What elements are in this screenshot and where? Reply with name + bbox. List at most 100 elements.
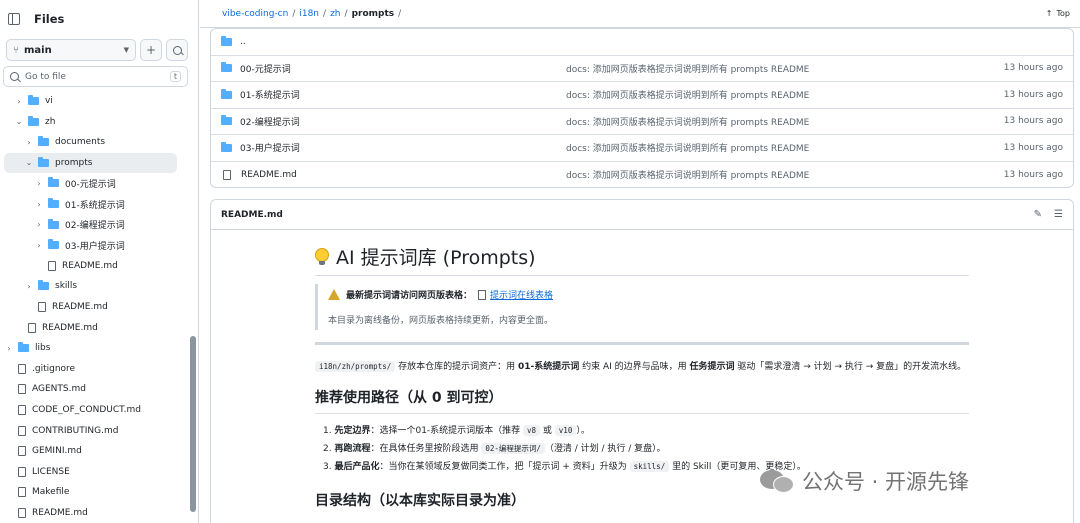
arrow-up-icon: ↑	[1045, 9, 1053, 18]
file-icon	[223, 169, 231, 180]
listing-row[interactable]: 03-用户提示词 docs: 添加网页版表格提示词说明到所有 prompts RE…	[211, 135, 1073, 162]
listing-name-link[interactable]: README.md	[241, 170, 491, 180]
tree-item[interactable]: CODE_OF_CONDUCT.md	[4, 400, 177, 420]
tree-item[interactable]: AGENTS.md	[4, 379, 177, 399]
folder-icon	[48, 198, 59, 208]
tree-item-label: Makefile	[32, 487, 70, 498]
tree-item[interactable]: CONTRIBUTING.md	[4, 421, 177, 441]
sidebar-scrollbar[interactable]	[190, 336, 196, 512]
intro-paragraph: i18n/zh/prompts/ 存放本仓库的提示词资产：用 01-系统提示词 …	[315, 359, 969, 375]
listing-row[interactable]: README.md docs: 添加网页版表格提示词说明到所有 prompts R…	[211, 162, 1073, 188]
commit-message-link[interactable]: docs: 添加网页版表格提示词说明到所有 prompts README	[566, 141, 809, 154]
tree-item[interactable]: › skills	[4, 276, 177, 296]
listing-name-link[interactable]: 01-系统提示词	[240, 88, 490, 101]
breadcrumb-i18n-link[interactable]: i18n	[299, 9, 319, 19]
breadcrumb-zh-link[interactable]: zh	[330, 9, 340, 19]
folder-icon	[221, 141, 232, 152]
tree-item[interactable]: Makefile	[4, 482, 177, 502]
listing-row[interactable]: 01-系统提示词 docs: 添加网页版表格提示词说明到所有 prompts RE…	[211, 82, 1073, 109]
tree-item[interactable]: › libs	[4, 338, 177, 358]
tree-item[interactable]: › 02-编程提示词	[4, 215, 177, 235]
edit-pencil-icon[interactable]: ✎	[1034, 209, 1042, 220]
commit-time: 13 hours ago	[1003, 116, 1063, 127]
keyboard-shortcut-hint: t	[170, 71, 181, 82]
commit-message-link[interactable]: docs: 添加网页版表格提示词说明到所有 prompts README	[566, 115, 809, 128]
file-icon	[18, 508, 26, 518]
file-icon	[18, 487, 26, 498]
top-label: Top	[1056, 9, 1071, 18]
breadcrumb-repo-link[interactable]: vibe-coding-cn	[222, 9, 288, 19]
tree-item[interactable]: README.md	[4, 297, 177, 317]
tree-item[interactable]: › 00-元提示词	[4, 173, 177, 193]
folder-icon	[28, 115, 39, 126]
wechat-logo-icon	[760, 468, 796, 494]
usage-step: 再跑流程：在具体任务里按阶段选用 02-编程提示词/（澄清 / 计划 / 执行 …	[323, 440, 969, 458]
inline-code: v8	[523, 425, 541, 436]
chevron-down-icon: ▼	[123, 46, 129, 54]
tree-item[interactable]: › documents	[4, 132, 177, 152]
file-tree-sidebar: Files ⑂ main ▼ + Go to file t › vi ⌄ zh › doc…	[0, 0, 199, 523]
commit-message-link[interactable]: docs: 添加网页版表格提示词说明到所有 prompts README	[566, 168, 809, 181]
listing-name-link[interactable]: ..	[240, 37, 490, 47]
tree-item[interactable]: GEMINI.md	[4, 441, 177, 461]
tree-item[interactable]: ⌄ zh	[4, 112, 177, 132]
back-to-top-button[interactable]: ↑ Top	[1046, 9, 1070, 18]
file-icon	[18, 466, 26, 477]
chevron-right-icon: ›	[37, 199, 41, 209]
commit-message-link[interactable]: docs: 添加网页版表格提示词说明到所有 prompts README	[566, 62, 809, 75]
usage-step: 先定边界：选择一个01-系统提示词版本（推荐 v8 或 v10）。	[323, 422, 969, 440]
step-text: 或	[540, 426, 555, 436]
tree-item-label: CODE_OF_CONDUCT.md	[32, 405, 141, 415]
tree-item-label: CONTRIBUTING.md	[32, 425, 119, 436]
search-button[interactable]	[166, 39, 188, 61]
listing-name-link[interactable]: 02-编程提示词	[240, 115, 490, 128]
readme-header: README.md ✎ ☰	[211, 200, 1073, 230]
sidebar-header: Files	[0, 0, 198, 38]
collapse-sidebar-icon[interactable]	[8, 13, 20, 25]
tree-item-label: skills	[55, 281, 78, 292]
folder-icon	[221, 35, 232, 46]
listing-row[interactable]: 02-编程提示词 docs: 添加网页版表格提示词说明到所有 prompts RE…	[211, 109, 1073, 135]
tree-item[interactable]: .gitignore	[4, 359, 177, 379]
lightbulb-icon	[315, 247, 329, 266]
tree-item-label: 01-系统提示词	[65, 200, 125, 211]
chevron-down-icon: ⌄	[25, 158, 33, 168]
branch-name: main	[24, 44, 52, 56]
tree-item-label: README.md	[32, 508, 88, 518]
outline-list-icon[interactable]: ☰	[1054, 209, 1063, 220]
tree-item[interactable]: README.md	[4, 256, 177, 276]
listing-name-link[interactable]: 00-元提示词	[240, 62, 490, 75]
step-text: ：当你在某领域反复做同类工作，把「提示词 + 资料」升级为	[379, 462, 630, 472]
folder-icon	[221, 115, 232, 126]
tree-item[interactable]: ⌄ prompts	[4, 152, 177, 173]
file-icon	[18, 384, 26, 395]
commit-time: 13 hours ago	[1003, 142, 1063, 153]
go-to-file-input[interactable]: Go to file t	[3, 66, 188, 87]
app-window: Files ⑂ main ▼ + Go to file t › vi ⌄ zh › doc…	[0, 0, 1080, 523]
tree-item-label: .gitignore	[32, 363, 76, 374]
folder-icon	[48, 239, 59, 250]
intro-strong-2: 任务提示词	[689, 362, 735, 372]
tree-item[interactable]: README.md	[4, 318, 177, 338]
branch-selector-button[interactable]: ⑂ main ▼	[6, 39, 136, 61]
prompt-sheet-link[interactable]: 提示词在线表格	[490, 288, 553, 301]
notice-blockquote: 最新提示词请访问网页版表格： 提示词在线表格 本目录为离线备份，网页版表格持续更…	[315, 284, 969, 330]
watermark-text: 公众号 · 开源先锋	[802, 470, 970, 494]
add-file-button[interactable]: +	[140, 39, 162, 61]
tree-item[interactable]: README.md	[4, 503, 177, 523]
tree-item[interactable]: › vi	[4, 91, 177, 111]
step-text: （澄清 / 计划 / 执行 / 复盘）。	[544, 444, 666, 454]
listing-row[interactable]: ..	[211, 29, 1073, 56]
search-icon	[10, 72, 19, 81]
listing-name-link[interactable]: 03-用户提示词	[240, 141, 490, 154]
tree-item-label: prompts	[55, 157, 93, 168]
tree-item[interactable]: › 03-用户提示词	[4, 235, 177, 255]
file-icon	[38, 302, 46, 312]
commit-time: 13 hours ago	[1003, 63, 1063, 74]
listing-row[interactable]: 00-元提示词 docs: 添加网页版表格提示词说明到所有 prompts REA…	[211, 56, 1073, 82]
tree-item[interactable]: › 01-系统提示词	[4, 194, 177, 214]
commit-message-link[interactable]: docs: 添加网页版表格提示词说明到所有 prompts README	[566, 88, 809, 101]
commit-time: 13 hours ago	[1003, 89, 1063, 100]
path-code: i18n/zh/prompts/	[315, 361, 396, 372]
tree-item[interactable]: LICENSE	[4, 462, 177, 482]
